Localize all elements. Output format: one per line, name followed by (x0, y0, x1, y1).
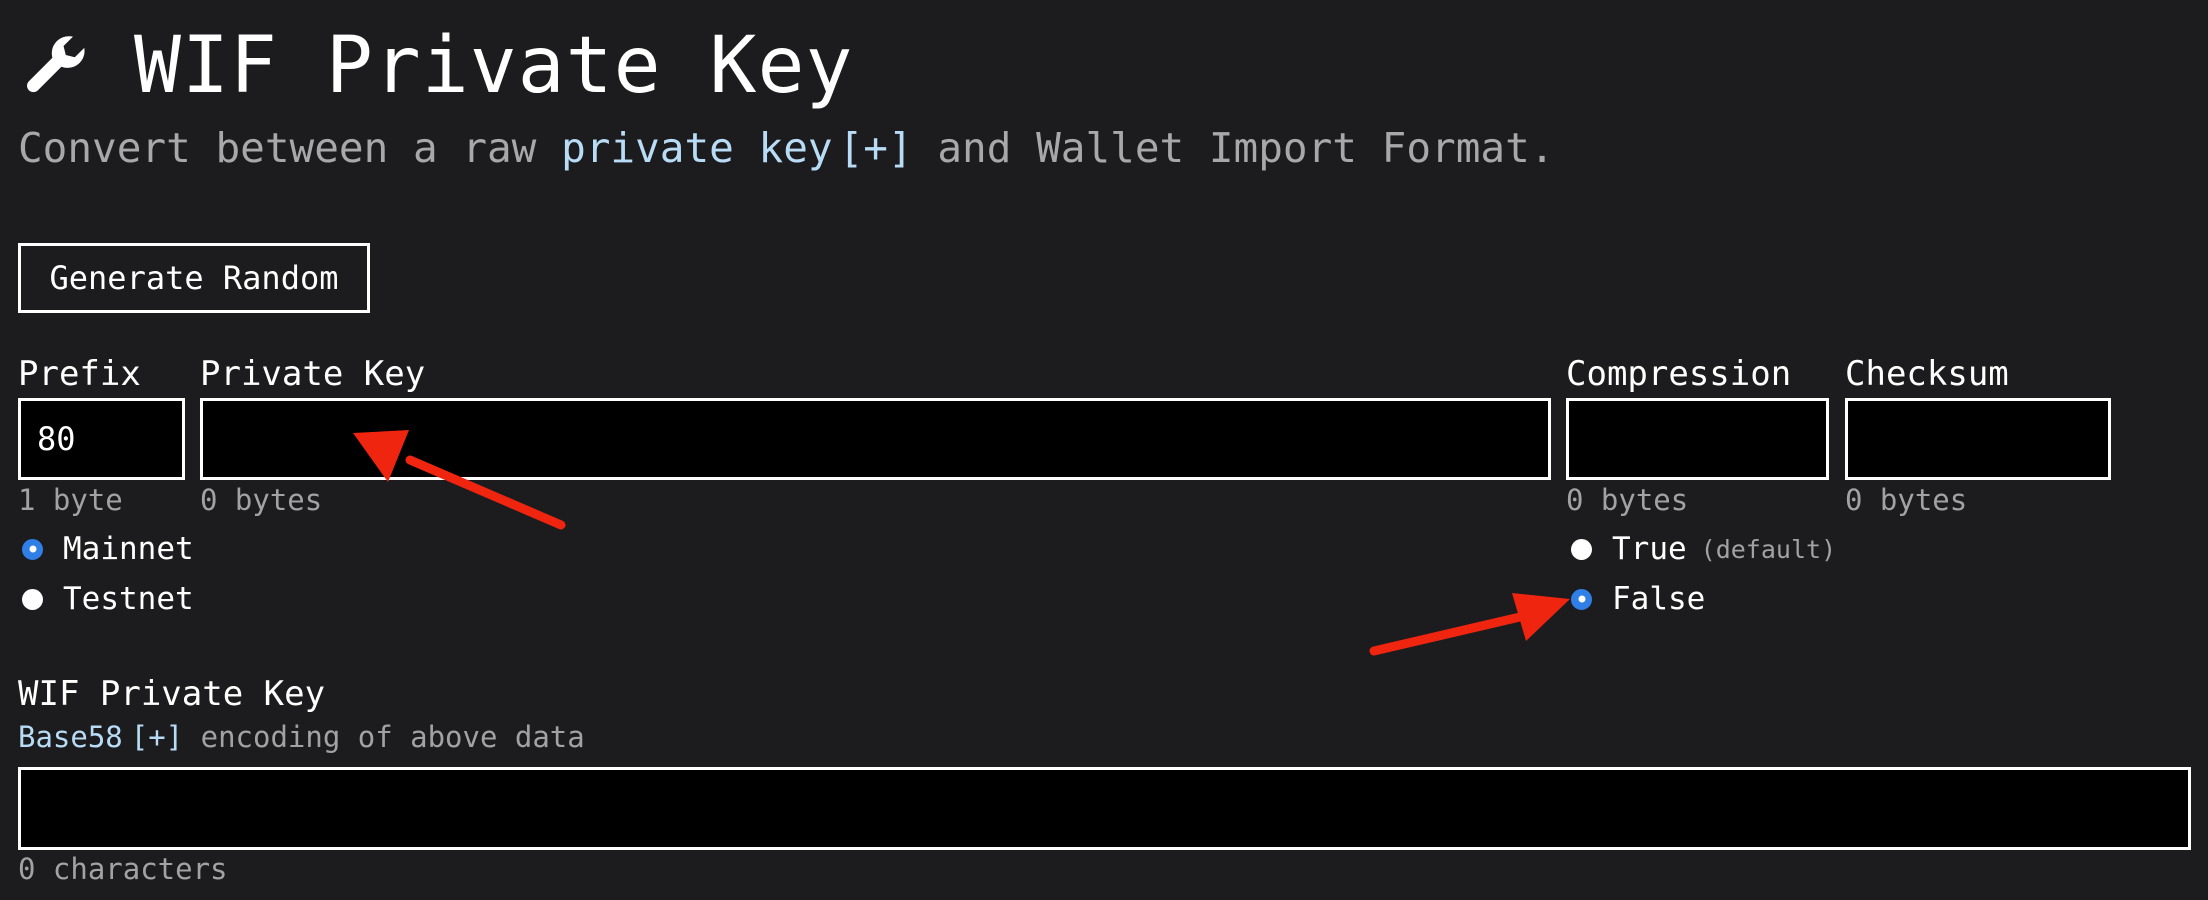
private-key-annotation-arrow (353, 430, 566, 530)
annotation-arrows (353, 430, 1570, 656)
compression-false-annotation-arrow (1369, 593, 1570, 656)
